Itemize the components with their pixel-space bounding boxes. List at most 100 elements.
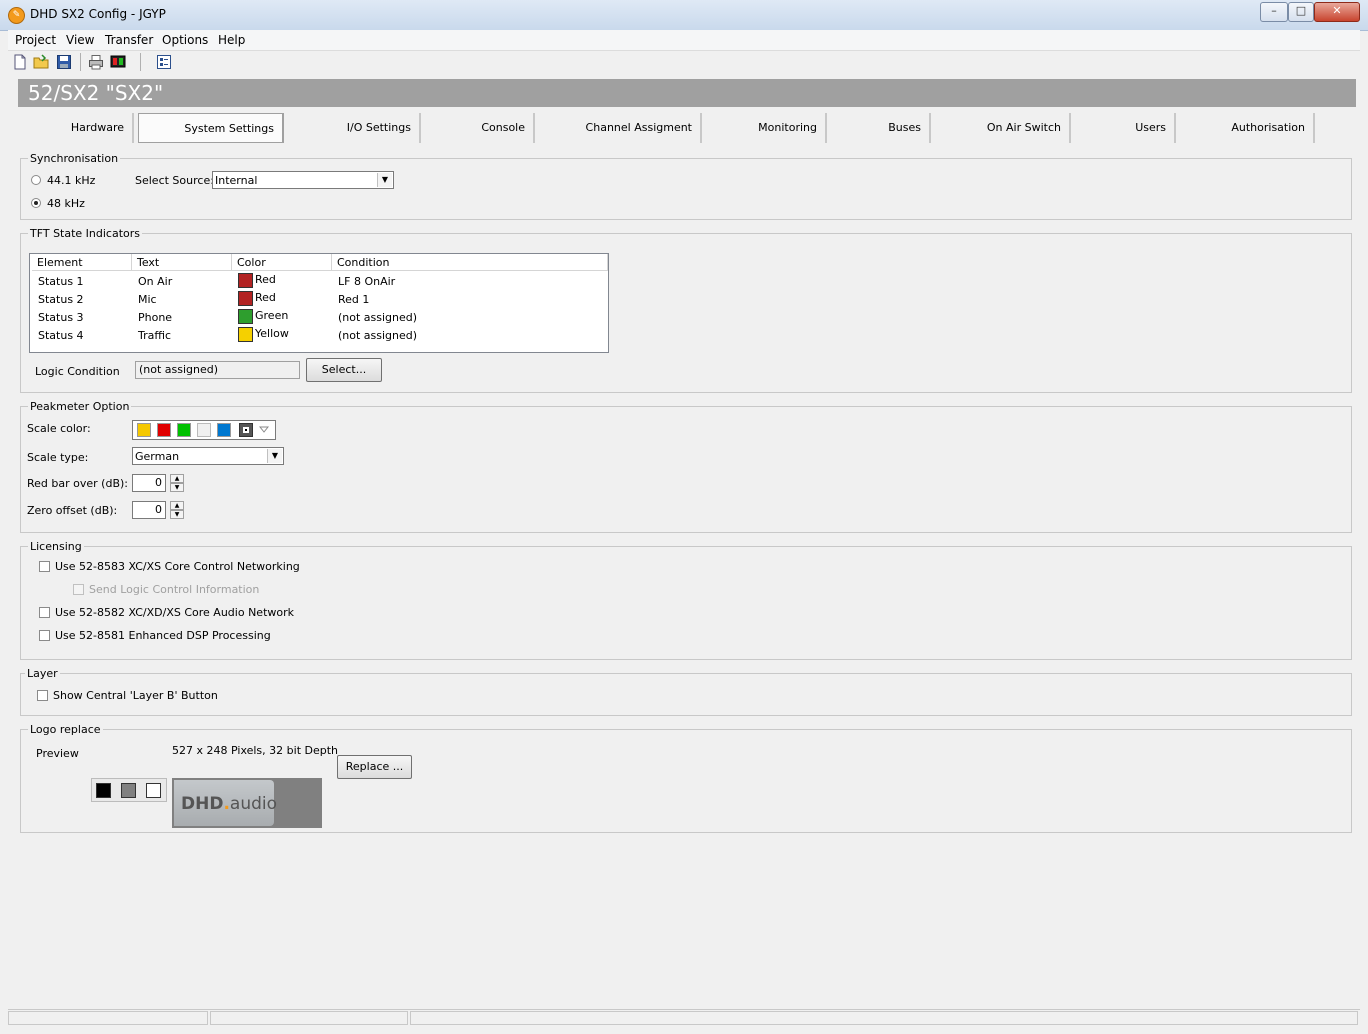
toolbar-separator (80, 53, 81, 71)
tab-hardware[interactable]: Hardware (20, 113, 134, 143)
custom-color-icon[interactable] (239, 423, 253, 437)
logo-preview-plate: DHD.audio (174, 780, 277, 826)
logo-info-text: 527 x 248 Pixels, 32 bit Depth (172, 744, 339, 757)
select-source-dropdown[interactable]: Internal ▼ (212, 171, 394, 189)
cell-condition: LF 8 OnAir (338, 275, 396, 288)
zero-offset-up-button[interactable]: ▲ (170, 501, 184, 510)
show-layer-b-checkbox[interactable] (37, 690, 48, 701)
scale-color-blue[interactable] (217, 423, 231, 437)
zero-offset-down-button[interactable]: ▼ (170, 510, 184, 519)
tab-authorisation[interactable]: Authorisation (1180, 113, 1315, 143)
send-logic-control-label: Send Logic Control Information (89, 583, 260, 596)
maximize-button[interactable]: □ (1288, 2, 1314, 22)
status-bar (8, 1009, 1360, 1027)
tab-on-air-switch[interactable]: On Air Switch (935, 113, 1071, 143)
layer-group (20, 673, 1352, 716)
select-logic-button[interactable]: Select... (306, 358, 382, 382)
enhanced-dsp-checkbox[interactable] (39, 630, 50, 641)
tab-console[interactable]: Console (425, 113, 535, 143)
menu-transfer[interactable]: Transfer (105, 33, 153, 47)
scale-type-value: German (135, 450, 180, 463)
core-control-networking-checkbox[interactable] (39, 561, 50, 572)
cell-condition: Red 1 (338, 293, 370, 306)
menu-view[interactable]: View (66, 33, 94, 47)
page-title: 52/SX2 "SX2" (28, 81, 164, 105)
enhanced-dsp-label: Use 52-8581 Enhanced DSP Processing (55, 629, 271, 642)
close-button[interactable]: ✕ (1314, 2, 1360, 22)
window-title: DHD SX2 Config - JGYP (30, 7, 166, 21)
scale-color-white[interactable] (197, 423, 211, 437)
logic-condition-field: (not assigned) (135, 361, 300, 379)
column-header-element[interactable]: Element (32, 254, 132, 271)
table-row[interactable]: Status 1 On Air Red LF 8 OnAir (30, 273, 608, 291)
red-bar-up-button[interactable]: ▲ (170, 474, 184, 483)
tab-buses[interactable]: Buses (831, 113, 931, 143)
radio-48-khz[interactable] (31, 198, 41, 208)
cell-element: Status 3 (38, 311, 84, 324)
column-header-color[interactable]: Color (232, 254, 332, 271)
core-audio-network-checkbox[interactable] (39, 607, 50, 618)
device-header: 52/SX2 "SX2" (18, 79, 1356, 107)
peakmeter-title: Peakmeter Option (28, 400, 132, 413)
minimize-button[interactable]: – (1260, 2, 1288, 22)
table-row[interactable]: Status 3 Phone Green (not assigned) (30, 309, 608, 327)
radio-44-1-khz-label: 44.1 kHz (47, 174, 96, 187)
tab-monitoring[interactable]: Monitoring (706, 113, 827, 143)
logo-image: DHD.audio (181, 794, 277, 814)
tab-io-settings[interactable]: I/O Settings (288, 113, 421, 143)
print-icon[interactable] (88, 54, 104, 70)
scale-color-green[interactable] (177, 423, 191, 437)
color-swatch (238, 327, 253, 342)
cell-color: Red (255, 273, 276, 286)
cell-color: Yellow (255, 327, 289, 340)
select-source-label: Select Source: (135, 174, 214, 187)
title-bar: ✎ DHD SX2 Config - JGYP – □ ✕ (0, 0, 1368, 31)
tft-state-list[interactable]: Element Text Color Condition Status 1 On… (29, 253, 609, 353)
radio-48-khz-label: 48 kHz (47, 197, 85, 210)
open-folder-icon[interactable] (33, 54, 49, 70)
new-file-icon[interactable] (12, 54, 28, 70)
save-icon[interactable] (56, 54, 72, 70)
red-bar-down-button[interactable]: ▼ (170, 483, 184, 492)
core-audio-network-label: Use 52-8582 XC/XD/XS Core Audio Network (55, 606, 294, 619)
cell-condition: (not assigned) (338, 311, 418, 324)
status-pane-2 (210, 1011, 408, 1025)
logo-preview: DHD.audio (172, 778, 322, 828)
scale-color-red[interactable] (157, 423, 171, 437)
menu-options[interactable]: Options (162, 33, 208, 47)
replace-logo-button[interactable]: Replace ... (337, 755, 412, 779)
bg-white-button[interactable] (146, 783, 161, 798)
cell-color: Green (255, 309, 289, 322)
scale-color-picker[interactable] (132, 420, 276, 440)
scale-type-dropdown[interactable]: German ▼ (132, 447, 284, 465)
status-pane-3 (410, 1011, 1358, 1025)
column-header-condition[interactable]: Condition (332, 254, 608, 271)
scale-color-label: Scale color: (27, 422, 91, 435)
cell-condition: (not assigned) (338, 329, 418, 342)
tab-users[interactable]: Users (1075, 113, 1176, 143)
toolbar (8, 51, 1360, 73)
tft-title: TFT State Indicators (28, 227, 143, 240)
menu-project[interactable]: Project (15, 33, 56, 47)
red-bar-over-input[interactable]: 0 (132, 474, 166, 492)
tab-system-settings[interactable]: System Settings (138, 113, 284, 143)
properties-icon[interactable] (156, 54, 172, 70)
column-header-text[interactable]: Text (132, 254, 232, 271)
radio-44-1-khz[interactable] (31, 175, 41, 185)
table-row[interactable]: Status 2 Mic Red Red 1 (30, 291, 608, 309)
toolbar-separator (140, 53, 141, 71)
device-icon[interactable] (110, 54, 126, 70)
bg-black-button[interactable] (96, 783, 111, 798)
send-logic-control-checkbox[interactable] (73, 584, 84, 595)
app-icon: ✎ (8, 7, 25, 24)
tab-channel-assignment[interactable]: Channel Assigment (539, 113, 702, 143)
menu-help[interactable]: Help (218, 33, 245, 47)
cell-element: Status 2 (38, 293, 84, 306)
scale-color-yellow[interactable] (137, 423, 151, 437)
bg-gray-button[interactable] (121, 783, 136, 798)
show-layer-b-label: Show Central 'Layer B' Button (53, 689, 218, 702)
table-row[interactable]: Status 4 Traffic Yellow (not assigned) (30, 327, 608, 345)
color-swatch (238, 309, 253, 324)
zero-offset-input[interactable]: 0 (132, 501, 166, 519)
color-swatch (238, 291, 253, 306)
